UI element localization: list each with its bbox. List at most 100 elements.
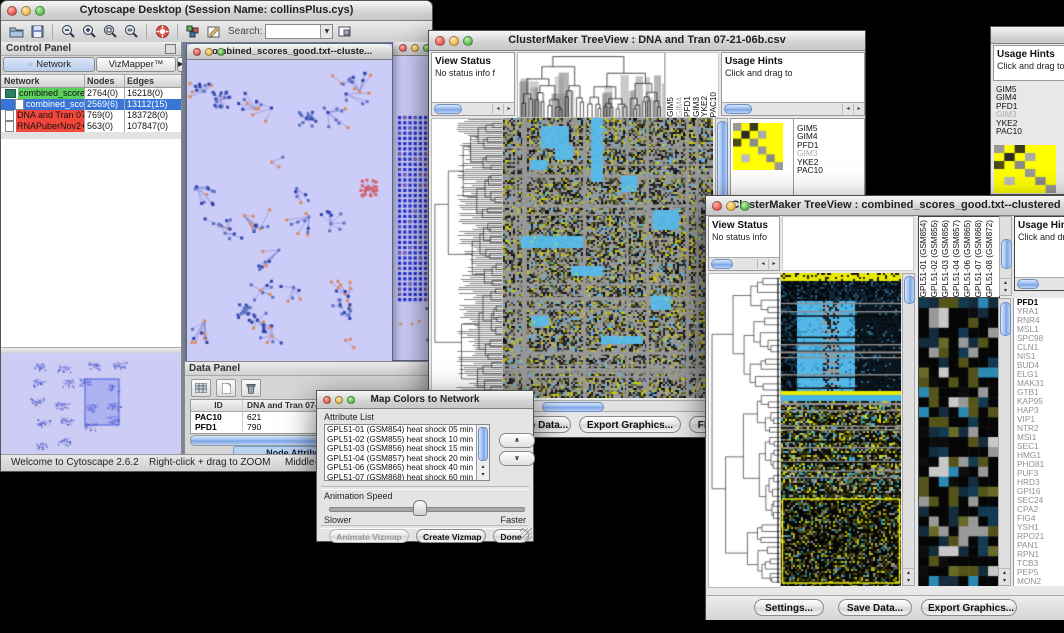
column-label[interactable]: GPL51-08 (GSM872) (985, 220, 996, 297)
attribute-item[interactable]: GPL51-04 (GSM857) heat shock 20 min (325, 454, 489, 464)
column-label[interactable]: GPL51-02 (GSM855) (930, 220, 941, 297)
scrollbar-thumb[interactable] (1017, 279, 1039, 289)
minimize-icon[interactable] (21, 6, 31, 16)
close-icon[interactable] (712, 201, 722, 211)
attribute-item[interactable]: GPL51-06 (GSM865) heat shock 40 min (325, 463, 489, 473)
network-row-combined-sco[interactable]: combined_sco2569(6)13112(15) (1, 99, 181, 110)
scrollbar-thumb[interactable] (1000, 302, 1011, 336)
column-label[interactable]: PAC10 (709, 92, 718, 117)
help-icon[interactable] (153, 23, 171, 40)
zoom-selected-icon[interactable] (101, 23, 119, 40)
delete-attribute-icon[interactable] (241, 379, 261, 397)
scroll-left-icon[interactable]: ◂ (757, 259, 768, 269)
attribute-grid-icon[interactable] (191, 379, 211, 397)
network-overview-canvas[interactable] (1, 353, 180, 457)
close-icon[interactable] (7, 6, 17, 16)
network-row-rnapubernov2[interactable]: RNAPuberNov2+563(0)107847(0) (1, 121, 181, 132)
new-attribute-icon[interactable] (216, 379, 236, 397)
zoom-fit-icon[interactable] (122, 23, 140, 40)
float-panel-icon[interactable] (165, 44, 176, 54)
network1-canvas[interactable] (187, 60, 390, 363)
row-dendrogram-canvas[interactable] (708, 273, 781, 588)
column-label[interactable]: GPL51-03 (GSM856) (941, 220, 952, 297)
fragment-zoom-heatmap[interactable] (994, 145, 1056, 193)
column-label[interactable]: GPL51-01 (GSM854) (919, 220, 930, 297)
treeview2-heatmap-canvas[interactable] (781, 273, 901, 586)
scroll-right-icon[interactable]: ▸ (503, 104, 514, 114)
scroll-up-icon[interactable]: ▴ (477, 463, 489, 471)
row-dendrogram-canvas[interactable] (431, 118, 503, 400)
scroll-left-icon[interactable]: ◂ (842, 104, 853, 114)
column-label[interactable]: GPL51-06 (GSM865) (963, 220, 974, 297)
close-icon[interactable] (323, 396, 331, 404)
move-down-button[interactable]: ∨ (499, 451, 535, 466)
gene-label[interactable]: PAC10 (996, 127, 1022, 135)
tab-vizmapper[interactable]: VizMapper™ (96, 57, 176, 72)
zoom-window-icon[interactable] (740, 201, 750, 211)
network-overview-thumbnail[interactable] (1, 353, 181, 457)
column-label[interactable]: GPL51-04 (GSM857) (952, 220, 963, 297)
zoom-heatmap-canvas[interactable] (733, 123, 783, 170)
column-dendrogram-canvas[interactable] (517, 52, 665, 118)
zoom-window-icon[interactable] (463, 36, 473, 46)
network1-titlebar[interactable]: combined_scores_good.txt--cluste... (187, 44, 392, 60)
attribute-item[interactable]: GPL51-01 (GSM854) heat shock 05 min (325, 425, 489, 435)
create-vizmap-button[interactable]: Create Vizmap (416, 529, 486, 543)
chevron-down-icon[interactable]: ▼ (320, 25, 332, 38)
export-graphics-button[interactable]: Export Graphics... (921, 599, 1017, 616)
network-row-combined-scores[interactable]: combined_scores2764(0)16218(0) (1, 88, 181, 99)
tab-network[interactable]: ⁘ Network (3, 57, 95, 72)
export-graphics-button[interactable]: Export Graphics... (579, 416, 681, 433)
search-input[interactable]: ▼ (265, 24, 333, 39)
minimize-icon[interactable] (205, 48, 213, 56)
vizmapper-icon[interactable] (184, 23, 202, 40)
scrollbar-thumb[interactable] (724, 104, 752, 114)
scroll-right-icon[interactable]: ▸ (768, 259, 779, 269)
zoom-out-icon[interactable] (59, 23, 77, 40)
scrollbar-thumb[interactable] (478, 427, 488, 461)
scroll-left-icon[interactable]: ◂ (492, 104, 503, 114)
save-data-button[interactable]: Save Data... (838, 599, 912, 616)
minimize-icon[interactable] (726, 201, 736, 211)
network-row-dna-and-tran-07[interactable]: DNA and Tran 07769(0)183728(0) (1, 110, 181, 121)
resize-grip[interactable] (520, 528, 532, 540)
overview-icon[interactable] (336, 23, 354, 40)
attribute-item[interactable]: GPL51-03 (GSM856) heat shock 15 min (325, 444, 489, 454)
gene-label[interactable]: MON2 (1014, 577, 1064, 586)
column-label[interactable]: GIM4 (675, 97, 684, 117)
treeview1-titlebar[interactable]: ClusterMaker TreeView : DNA and Tran 07-… (429, 31, 865, 51)
zoom-in-icon[interactable] (80, 23, 98, 40)
scrollbar-thumb[interactable] (711, 259, 733, 269)
scroll-arrows[interactable]: ▴▾ (903, 568, 914, 585)
column-label[interactable]: PFD1 (683, 96, 692, 117)
save-icon[interactable] (28, 23, 46, 40)
network2-canvas[interactable] (393, 56, 432, 359)
minimize-icon[interactable] (335, 396, 343, 404)
animation-speed-slider[interactable] (329, 507, 525, 512)
attribute-item[interactable]: GPL51-07 (GSM868) heat shock 60 min (325, 473, 489, 482)
attribute-item[interactable]: GPL51-02 (GSM855) heat shock 10 min (325, 435, 489, 445)
treeview2-titlebar[interactable]: ClusterMaker TreeView : combined_scores_… (706, 196, 1064, 216)
scrollbar-thumb[interactable] (1001, 239, 1012, 269)
annotation-icon[interactable] (205, 23, 223, 40)
treeview1-heatmap-canvas[interactable] (503, 118, 713, 398)
network2-titlebar[interactable] (393, 42, 432, 56)
zoom-window-icon[interactable] (35, 6, 45, 16)
settings-button[interactable]: Settings... (754, 599, 824, 616)
scrollbar-thumb[interactable] (904, 276, 915, 304)
open-icon[interactable] (7, 23, 25, 40)
column-label[interactable]: YKE2 (700, 96, 709, 117)
slider-thumb[interactable] (413, 500, 427, 516)
move-up-button[interactable]: ∧ (499, 433, 535, 448)
fragment-titlebar[interactable] (991, 27, 1064, 44)
close-icon[interactable] (193, 48, 201, 56)
animate-vizmap-button[interactable]: Animate Vizmap (329, 529, 409, 543)
scroll-arrows[interactable]: ▴▾ (1000, 278, 1011, 295)
scroll-arrows[interactable]: ▴▾ (999, 568, 1010, 585)
zoom-window-icon[interactable] (217, 48, 225, 56)
column-dendrogram-area[interactable] (782, 216, 914, 271)
close-icon[interactable] (399, 44, 407, 52)
scroll-down-icon[interactable]: ▾ (477, 471, 489, 479)
scrollbar-thumb[interactable] (434, 104, 462, 114)
column-label[interactable]: GIM5 (666, 97, 675, 117)
